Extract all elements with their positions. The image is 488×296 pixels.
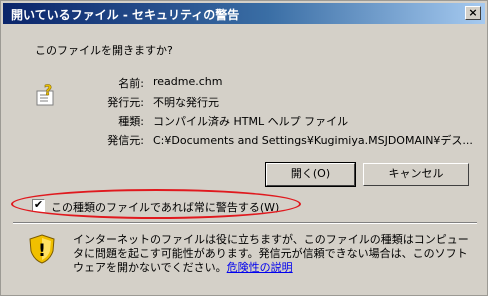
close-button[interactable]: ×	[465, 6, 481, 20]
open-prompt: このファイルを開きますか?	[35, 44, 173, 57]
svg-text:?: ?	[44, 83, 52, 99]
divider	[13, 222, 477, 224]
field-value-type: コンパイル済み HTML ヘルプ ファイル	[153, 115, 349, 128]
field-value-publisher: 不明な発行元	[153, 96, 219, 109]
risk-explanation-link[interactable]: 危険性の説明	[227, 261, 293, 274]
help-file-icon: ?	[36, 83, 54, 106]
field-label-type: 種類:	[118, 115, 144, 128]
window-title: 開いているファイル - セキュリティの警告	[11, 8, 240, 22]
open-button[interactable]: 開く(O)	[265, 162, 356, 187]
field-value-name: readme.chm	[153, 75, 223, 88]
field-label-from: 発信元:	[107, 134, 144, 147]
svg-text:!: !	[38, 241, 46, 261]
field-label-name: 名前:	[118, 77, 144, 90]
field-label-publisher: 発行元:	[107, 96, 144, 109]
security-warning-dialog: 開いているファイル - セキュリティの警告 × このファイルを開きますか? ? …	[0, 0, 488, 296]
security-shield-icon: !	[29, 234, 55, 264]
title-bar[interactable]: 開いているファイル - セキュリティの警告 ×	[3, 3, 485, 24]
annotation-highlight-ellipse	[11, 189, 301, 219]
field-value-from: C:¥Documents and Settings¥Kugimiya.MSJDO…	[153, 134, 473, 147]
security-warning-text: インターネットのファイルは役に立ちますが、このファイルの種類はコンピュータに問題…	[73, 233, 469, 275]
cancel-button[interactable]: キャンセル	[363, 163, 469, 186]
